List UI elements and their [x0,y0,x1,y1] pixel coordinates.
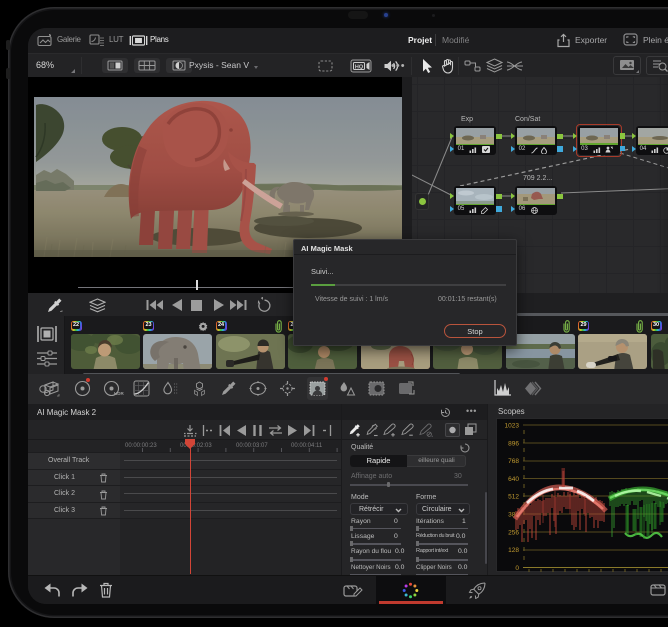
svg-text:896: 896 [508,440,519,447]
svg-text:1023: 1023 [505,423,520,430]
svg-text:512: 512 [508,494,519,501]
svg-text:768: 768 [508,458,519,465]
svg-text:0: 0 [515,565,519,572]
svg-text:256: 256 [508,529,519,536]
svg-text:128: 128 [508,547,519,554]
svg-text:HQ: HQ [355,64,364,70]
svg-text:640: 640 [508,476,519,483]
